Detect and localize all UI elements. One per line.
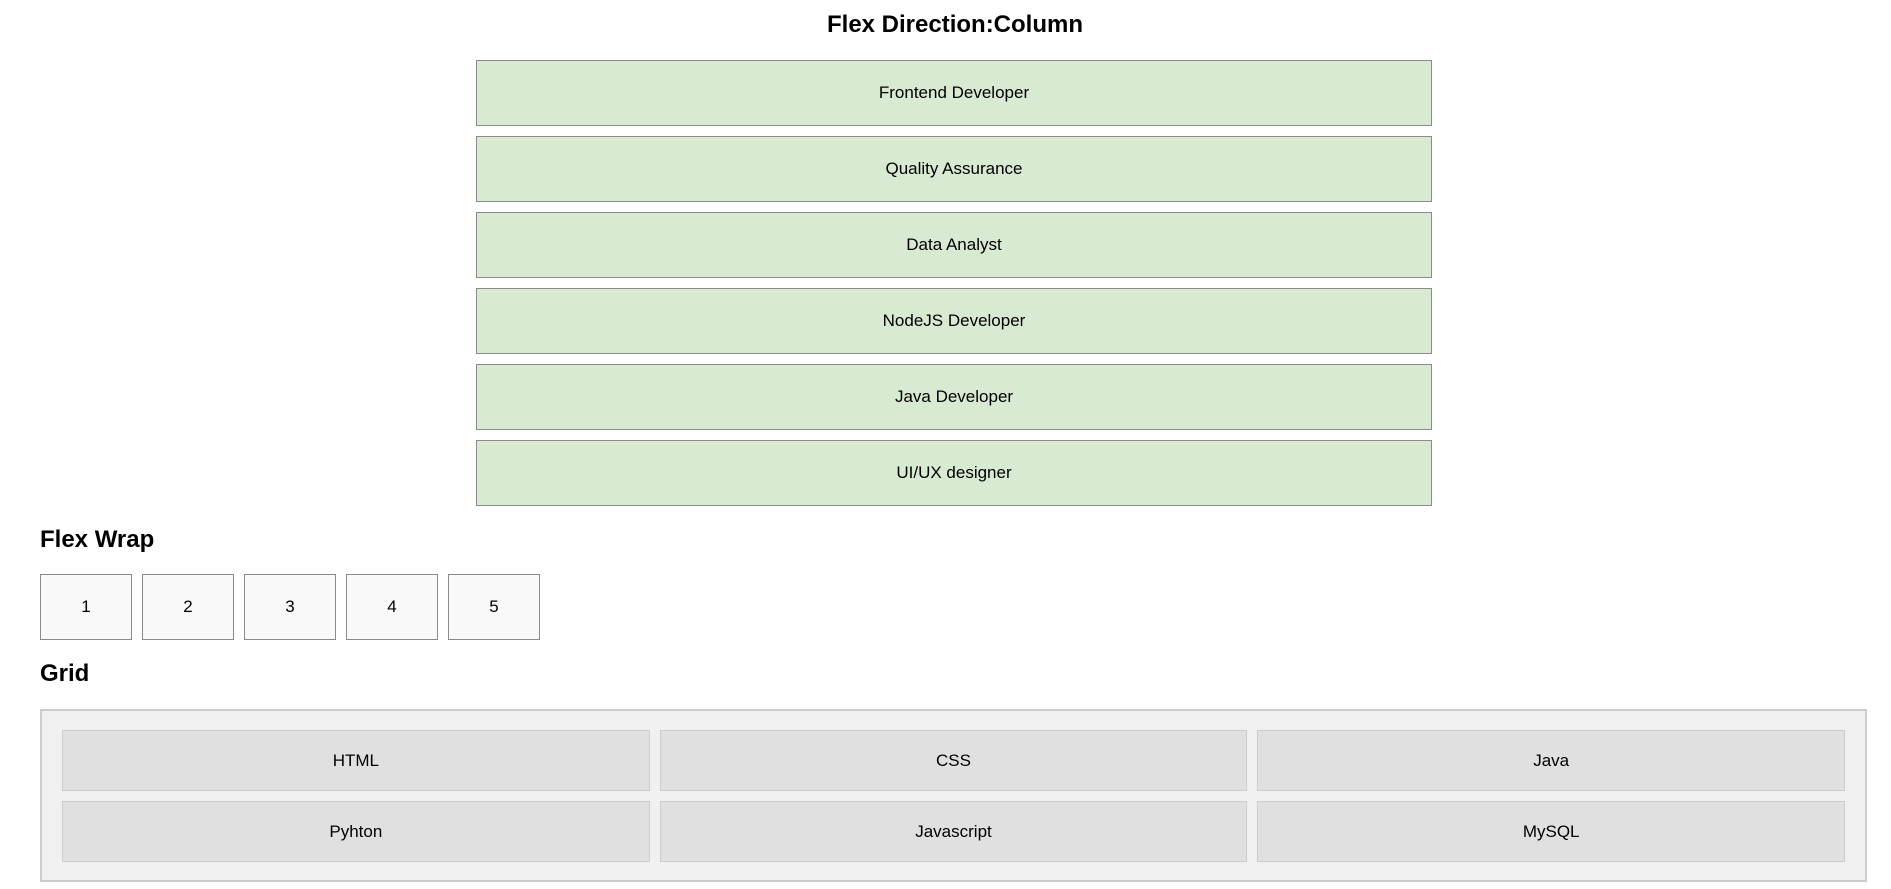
flex-wrap-heading: Flex Wrap [40, 526, 155, 553]
column-item-qa: Quality Assurance [476, 136, 1432, 202]
column-item-data-analyst: Data Analyst [476, 212, 1432, 278]
grid-item-mysql: MySQL [1257, 801, 1845, 862]
wrap-item-3: 3 [244, 574, 336, 640]
flex-column-container: Frontend Developer Quality Assurance Dat… [476, 60, 1432, 506]
wrap-item-5: 5 [448, 574, 540, 640]
grid-item-html: HTML [62, 730, 650, 791]
grid-item-python: Pyhton [62, 801, 650, 862]
grid-container: HTML CSS Java Pyhton Javascript MySQL [40, 709, 1867, 882]
column-item-frontend: Frontend Developer [476, 60, 1432, 126]
column-item-nodejs: NodeJS Developer [476, 288, 1432, 354]
page: Flex Direction:Column Frontend Developer… [0, 0, 1891, 889]
wrap-item-4: 4 [346, 574, 438, 640]
grid-item-javascript: Javascript [659, 801, 1248, 862]
grid-item-java: Java [1257, 730, 1845, 791]
wrap-item-1: 1 [40, 574, 132, 640]
flex-direction-heading: Flex Direction:Column [826, 11, 1084, 38]
column-item-uiux: UI/UX designer [476, 440, 1432, 506]
flex-wrap-container: 1 2 3 4 5 [40, 574, 540, 640]
grid-heading: Grid [40, 660, 90, 687]
column-item-java: Java Developer [476, 364, 1432, 430]
wrap-item-2: 2 [142, 574, 234, 640]
grid-item-css: CSS [659, 730, 1248, 791]
